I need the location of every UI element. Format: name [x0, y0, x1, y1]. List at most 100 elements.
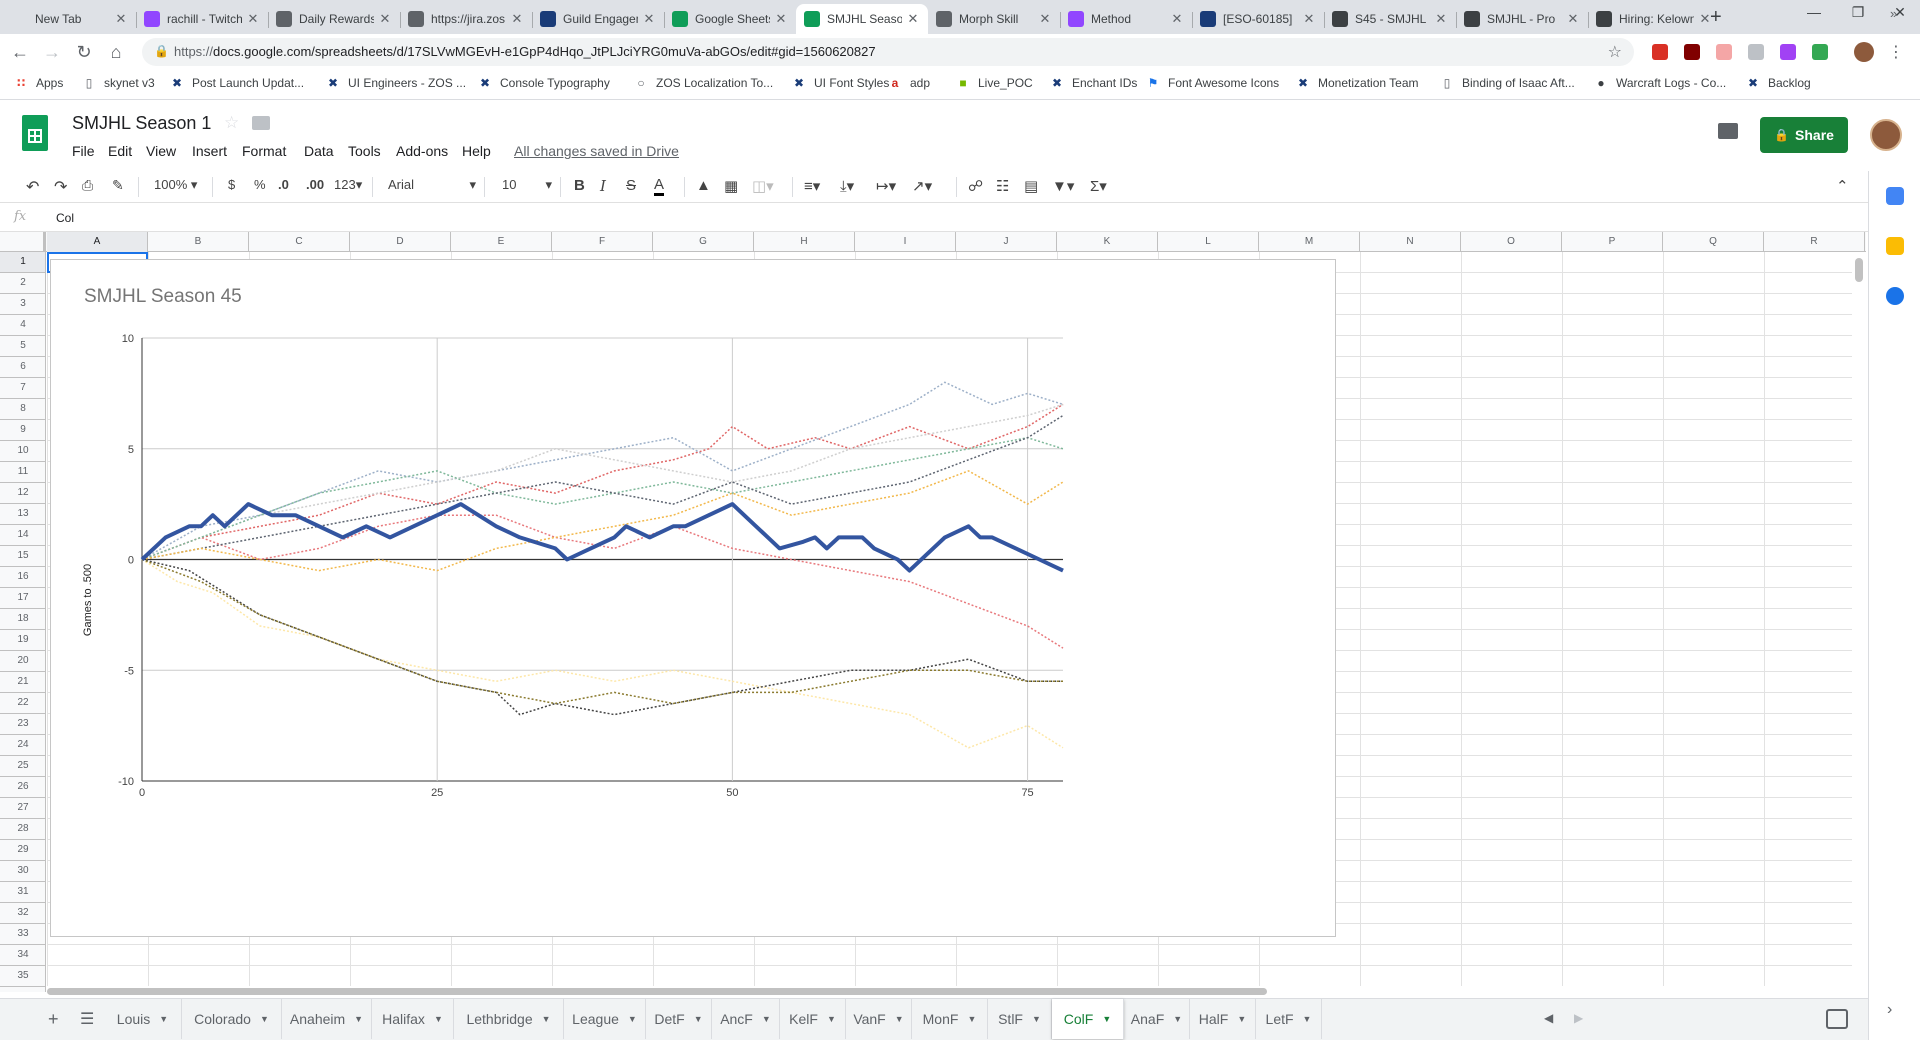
close-tab-icon[interactable]: ✕ — [1302, 11, 1316, 27]
column-header[interactable]: R — [1764, 232, 1865, 252]
sheet-tab[interactable]: HalF ▼ — [1190, 999, 1256, 1039]
column-header[interactable]: C — [249, 232, 350, 252]
column-header[interactable]: P — [1562, 232, 1663, 252]
keep-icon[interactable] — [1886, 237, 1904, 255]
close-window-icon[interactable]: ✕ — [1880, 4, 1920, 21]
bookmark-item[interactable]: ✖ UI Font Styles — [792, 76, 889, 90]
sheet-tab[interactable]: Anaheim ▼ — [282, 999, 372, 1039]
extension-icon[interactable] — [1716, 44, 1732, 60]
row-header[interactable]: 1 — [0, 252, 45, 273]
column-header[interactable]: Q — [1663, 232, 1764, 252]
address-bar[interactable]: 🔒 https://docs.google.com/spreadsheets/d… — [142, 38, 1634, 66]
row-header[interactable]: 2 — [0, 273, 45, 294]
row-header[interactable]: 31 — [0, 882, 45, 903]
extension-icon[interactable] — [1780, 44, 1796, 60]
sheet-tab-menu-icon[interactable]: ▼ — [827, 1014, 836, 1024]
home-icon[interactable]: ⌂ — [104, 40, 128, 64]
column-header[interactable]: J — [956, 232, 1057, 252]
sheet-tab[interactable]: Louis ▼ — [104, 999, 182, 1039]
maximize-icon[interactable]: ❐ — [1838, 4, 1878, 21]
reload-icon[interactable]: ↻ — [72, 40, 96, 64]
sheet-tab-menu-icon[interactable]: ▼ — [159, 1014, 168, 1024]
vertical-scroll-thumb[interactable] — [1855, 258, 1863, 282]
fill-color-icon[interactable]: ▲ — [696, 177, 711, 194]
bookmark-star-icon[interactable]: ☆ — [1608, 42, 1622, 62]
insert-link-icon[interactable]: ☍ — [968, 177, 983, 195]
sheet-tab[interactable]: MonF ▼ — [912, 999, 988, 1039]
browser-tab[interactable]: Guild Engagement ✕ — [532, 4, 664, 34]
sheet-tab-menu-icon[interactable]: ▼ — [354, 1014, 363, 1024]
bookmark-item[interactable]: ✖ Backlog — [1746, 76, 1811, 90]
menu-file[interactable]: File — [72, 143, 95, 159]
sheet-tab[interactable]: VanF ▼ — [846, 999, 912, 1039]
folder-icon[interactable] — [252, 116, 270, 130]
formula-bar[interactable]: fx Col — [0, 204, 1868, 232]
row-header[interactable]: 15 — [0, 546, 45, 567]
vertical-align-icon[interactable]: ⤓▾ — [840, 177, 854, 195]
text-color-button[interactable]: A — [654, 177, 665, 196]
column-header[interactable]: M — [1259, 232, 1360, 252]
row-header[interactable]: 16 — [0, 567, 45, 588]
browser-tab[interactable]: SMJHL - Pro ✕ — [1456, 4, 1588, 34]
horizontal-align-icon[interactable]: ≡▾ — [804, 177, 820, 195]
close-tab-icon[interactable]: ✕ — [1170, 11, 1184, 27]
close-tab-icon[interactable]: ✕ — [1434, 11, 1448, 27]
bookmark-item[interactable]: ▯ skynet v3 — [82, 76, 155, 90]
row-header[interactable]: 7 — [0, 378, 45, 399]
close-tab-icon[interactable]: ✕ — [906, 11, 920, 27]
menu-add-ons[interactable]: Add-ons — [396, 143, 448, 159]
column-header[interactable]: I — [855, 232, 956, 252]
column-header[interactable]: B — [148, 232, 249, 252]
font-family-select[interactable]: Arial ▾ — [388, 177, 476, 192]
row-header[interactable]: 12 — [0, 483, 45, 504]
sheet-tab-menu-icon[interactable]: ▼ — [1173, 1014, 1182, 1024]
row-header[interactable]: 27 — [0, 798, 45, 819]
insert-comment-icon[interactable]: ☷ — [996, 177, 1009, 195]
row-header[interactable]: 25 — [0, 756, 45, 777]
bookmark-item[interactable]: a adp — [888, 76, 930, 90]
bookmark-item[interactable]: ✖ Post Launch Updat... — [170, 76, 304, 90]
close-tab-icon[interactable]: ✕ — [114, 11, 128, 27]
select-all-corner[interactable] — [0, 232, 46, 252]
collapse-toolbar-icon[interactable]: ⌃ — [1836, 177, 1849, 195]
sheet-tab-menu-icon[interactable]: ▼ — [542, 1014, 551, 1024]
more-formats-select[interactable]: 123▾ — [334, 177, 362, 193]
formula-input[interactable]: Col — [56, 211, 74, 225]
menu-format[interactable]: Format — [242, 143, 286, 159]
calendar-icon[interactable] — [1886, 187, 1904, 205]
sheets-logo-icon[interactable] — [22, 115, 48, 151]
sheet-tab[interactable]: League ▼ — [564, 999, 646, 1039]
extension-icon[interactable] — [1652, 44, 1668, 60]
sheet-tab[interactable]: LetF ▼ — [1256, 999, 1322, 1039]
sheet-tab-menu-icon[interactable]: ▼ — [628, 1014, 637, 1024]
browser-tab[interactable]: [ESO-60185] ✕ — [1192, 4, 1324, 34]
forward-icon[interactable]: → — [40, 40, 64, 64]
row-header[interactable]: 8 — [0, 399, 45, 420]
browser-tab[interactable]: SMJHL Season 1 ✕ — [796, 4, 928, 34]
share-button[interactable]: 🔒 Share — [1760, 117, 1848, 153]
paint-format-icon[interactable]: ✎ — [112, 177, 124, 194]
more-vert-icon[interactable]: ⋮ — [1888, 42, 1904, 62]
text-wrapping-icon[interactable]: ↦▾ — [876, 177, 896, 195]
show-side-panel-icon[interactable]: › — [1887, 1001, 1892, 1019]
browser-tab[interactable]: Hiring: Kelowna✕ — [1588, 4, 1720, 34]
row-header[interactable]: 3 — [0, 294, 45, 315]
row-header[interactable]: 20 — [0, 651, 45, 672]
bookmark-item[interactable]: ● Warcraft Logs - Co... — [1594, 76, 1726, 90]
menu-edit[interactable]: Edit — [108, 143, 132, 159]
column-header[interactable]: G — [653, 232, 754, 252]
sheet-tab-menu-icon[interactable]: ▼ — [967, 1014, 976, 1024]
comment-history-icon[interactable] — [1718, 123, 1738, 139]
all-sheets-icon[interactable]: ☰ — [80, 1009, 94, 1029]
bookmark-item[interactable]: ■ Live_POC — [956, 76, 1032, 90]
bookmark-item[interactable]: ✖ Enchant IDs — [1050, 76, 1137, 90]
browser-tab[interactable]: rachill - Twitch ✕ — [136, 4, 268, 34]
column-header[interactable]: A — [47, 232, 148, 252]
sheet-tab[interactable]: Colorado ▼ — [182, 999, 282, 1039]
scroll-tabs-right-icon[interactable]: ▶ — [1574, 1011, 1583, 1025]
decrease-decimal-button[interactable]: .0 — [278, 177, 289, 192]
new-tab-button[interactable]: + — [1710, 6, 1722, 29]
redo-icon[interactable]: ↷ — [54, 177, 67, 197]
close-tab-icon[interactable]: ✕ — [774, 11, 788, 27]
row-header[interactable]: 32 — [0, 903, 45, 924]
